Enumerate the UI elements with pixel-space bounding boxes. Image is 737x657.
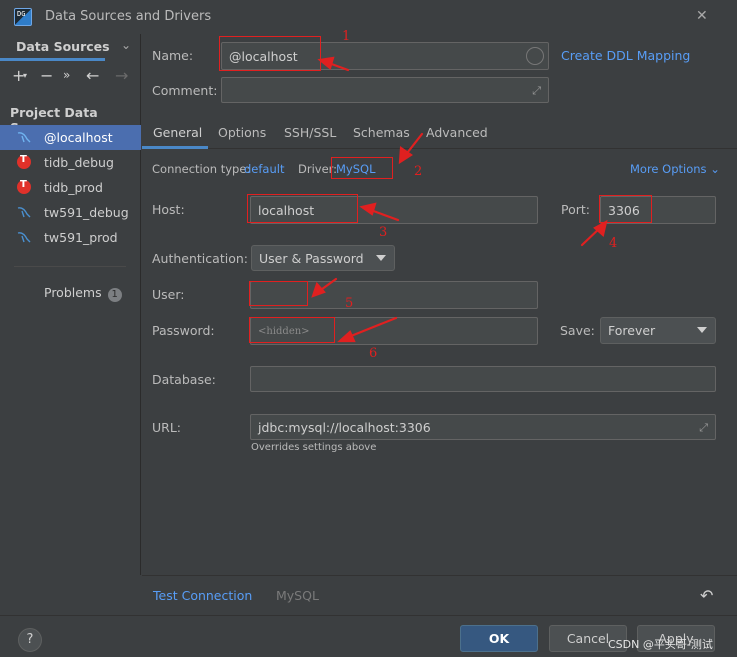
annotation-arrows	[311, 56, 608, 343]
annotation-arrow	[344, 316, 398, 340]
annotation-arrowhead	[311, 281, 326, 298]
annotation-arrowhead	[337, 330, 356, 343]
annotation-arrowhead	[317, 56, 335, 70]
annotation-arrowhead	[359, 202, 377, 216]
annotation-arrowhead	[593, 219, 608, 238]
